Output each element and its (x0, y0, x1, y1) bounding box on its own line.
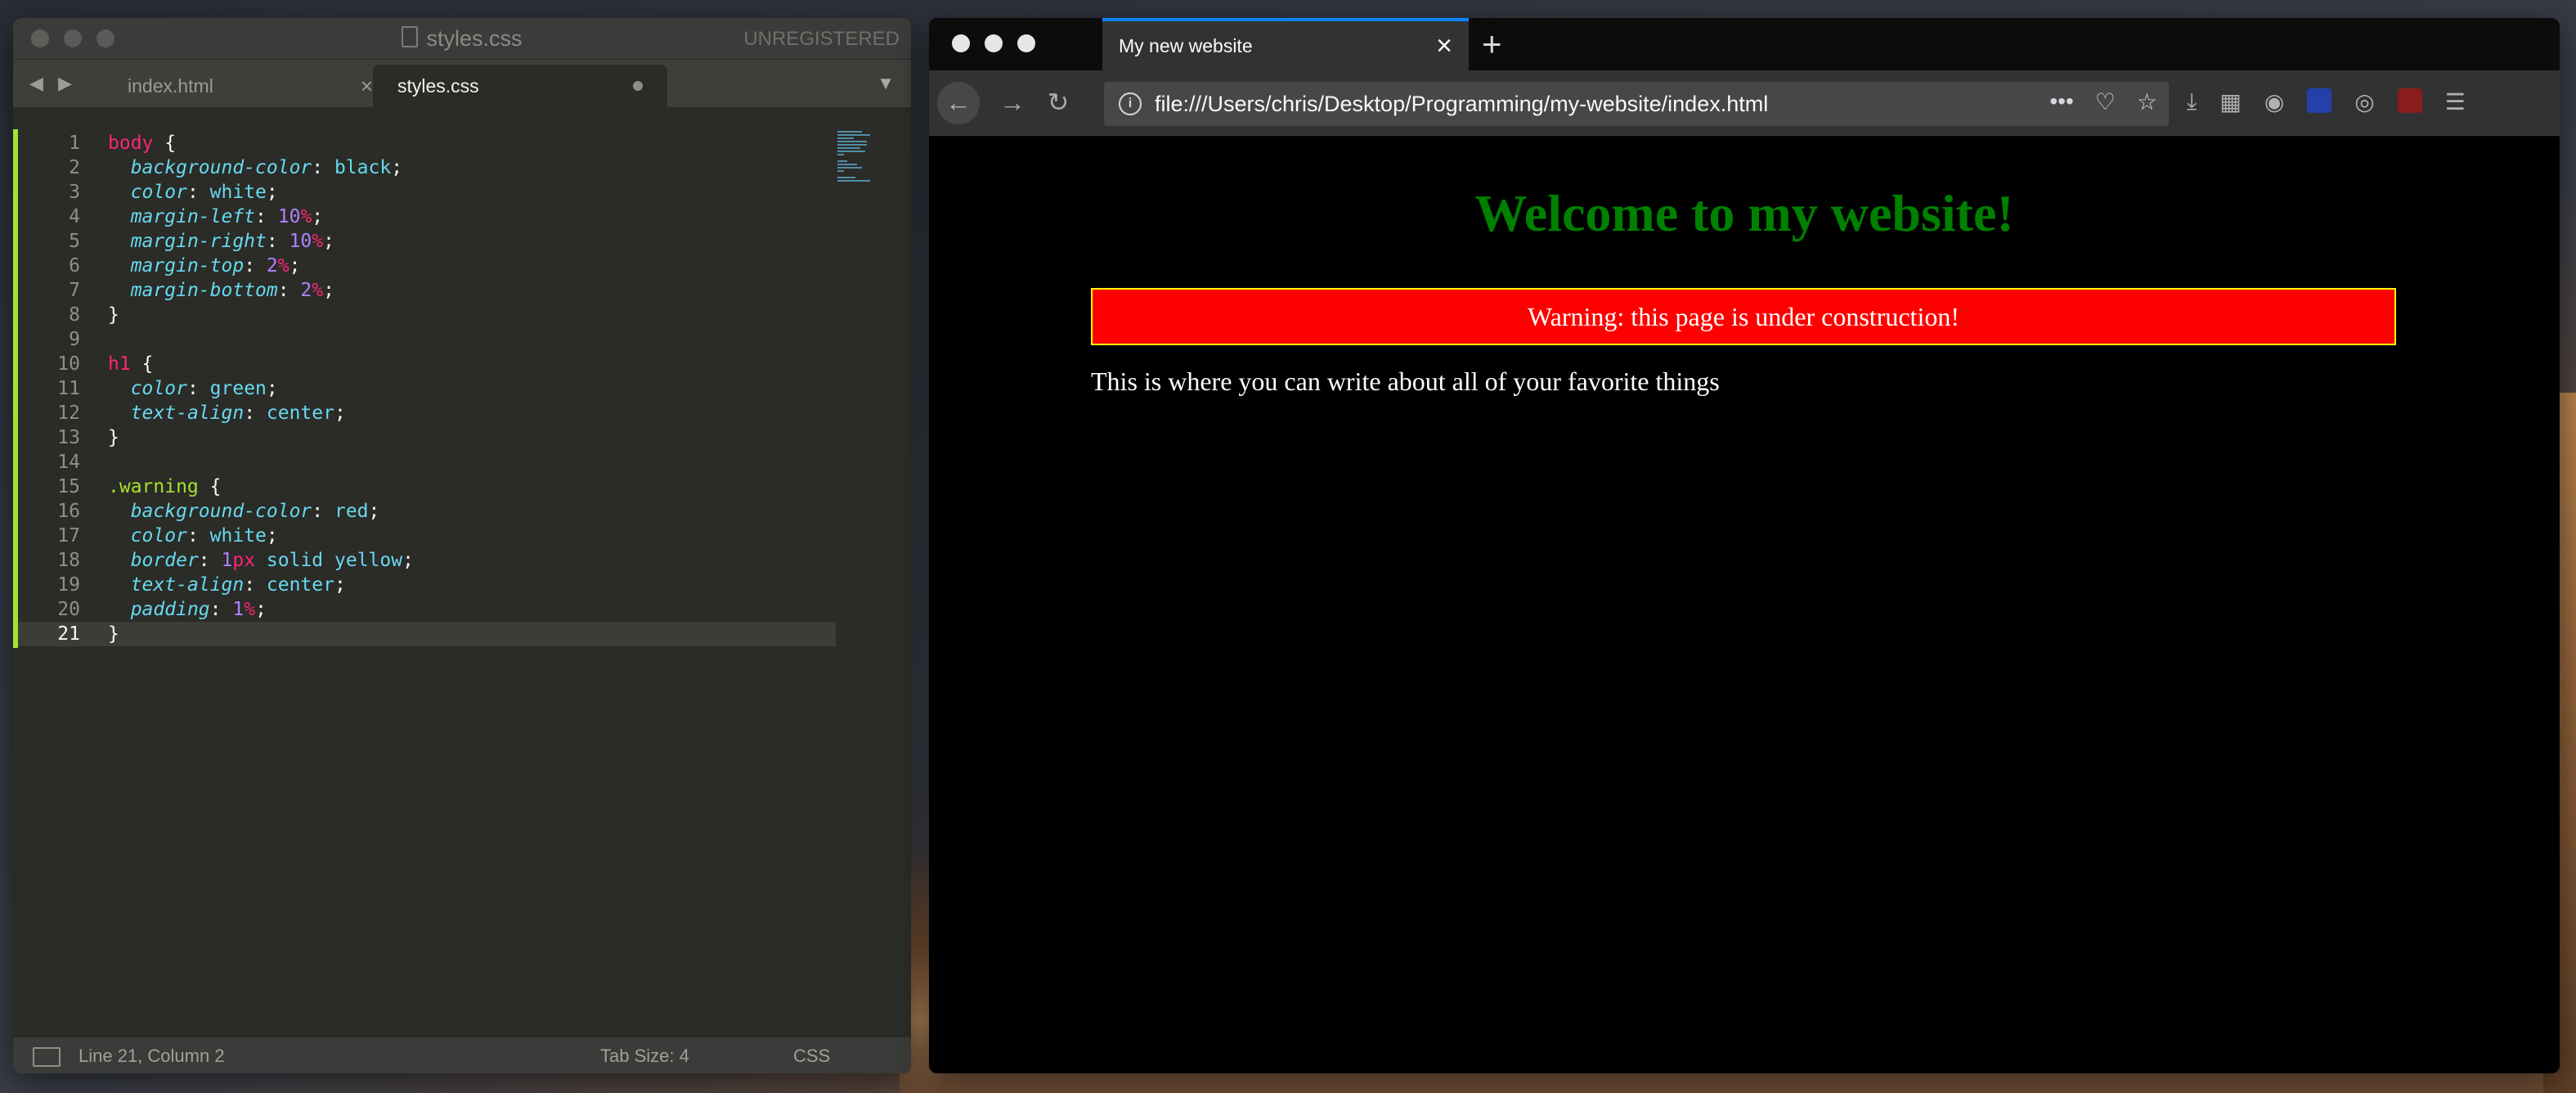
window-controls (952, 34, 1035, 52)
back-icon[interactable]: ← (937, 82, 980, 124)
firefox-tabbar: My new website × + (929, 18, 2560, 70)
line-number: 19 (57, 574, 80, 596)
line-number: 17 (57, 525, 80, 546)
site-info-icon[interactable]: i (1119, 92, 1142, 115)
bookmark-star-icon[interactable]: ☆ (2137, 88, 2157, 115)
line-number: 7 (69, 280, 80, 301)
account-icon[interactable]: ◉ (2264, 88, 2284, 115)
downloads-icon[interactable]: ⤓ (2187, 88, 2197, 115)
page-viewport: Welcome to my website! Warning: this pag… (929, 137, 2560, 1073)
line-number: 1 (69, 133, 80, 154)
unsaved-dot-icon[interactable] (633, 81, 643, 91)
line-number: 2 (69, 157, 80, 178)
line-number: 9 (69, 329, 80, 350)
extension-pin-icon[interactable] (2307, 88, 2332, 113)
sublime-text-window: styles.css UNREGISTERED ◀ ▶ index.html ×… (13, 18, 911, 1073)
url-text[interactable]: file:///Users/chris/Desktop/Programming/… (1155, 92, 1768, 117)
minimize-window-button[interactable] (985, 34, 1003, 52)
pocket-icon[interactable]: ♡ (2095, 88, 2116, 115)
unregistered-label: UNREGISTERED (743, 28, 900, 50)
line-number: 10 (57, 353, 80, 375)
page-actions-icon[interactable]: ••• (2049, 88, 2073, 115)
tab-nav-arrows[interactable]: ◀ ▶ (29, 73, 77, 94)
menu-icon[interactable]: ☰ (2445, 88, 2466, 115)
modified-lines-marker (13, 129, 18, 648)
tab-title: My new website (1119, 34, 1253, 56)
line-number: 4 (69, 206, 80, 227)
line-number: 8 (69, 304, 80, 326)
syntax-indicator[interactable]: CSS (793, 1046, 830, 1067)
firefox-window: My new website × + ← → ↻ i file:///Users… (929, 18, 2560, 1073)
line-number: 12 (57, 403, 80, 424)
zoom-window-button[interactable] (1017, 34, 1035, 52)
line-number: 14 (57, 452, 80, 473)
minimap[interactable] (837, 129, 878, 195)
line-number: 21 (57, 623, 80, 645)
warning-banner: Warning: this page is under construction… (1091, 288, 2396, 345)
navigation-toolbar: ← → ↻ i file:///Users/chris/Desktop/Prog… (929, 70, 2560, 137)
reload-icon[interactable]: ↻ (1037, 82, 1079, 124)
tab-menu-icon[interactable]: ▼ (877, 73, 895, 94)
tab-size-indicator[interactable]: Tab Size: 4 (600, 1046, 689, 1067)
tab-styles-css[interactable]: styles.css (373, 65, 667, 107)
sublime-tabbar: ◀ ▶ index.html × styles.css ▼ (13, 60, 911, 107)
browser-tab[interactable]: My new website × (1102, 18, 1469, 70)
address-bar[interactable]: i file:///Users/chris/Desktop/Programmin… (1104, 82, 2169, 126)
line-number: 3 (69, 182, 80, 203)
line-number: 13 (57, 427, 80, 448)
close-tab-icon[interactable]: × (361, 74, 373, 99)
line-number: 11 (57, 378, 80, 399)
line-number: 6 (69, 255, 80, 277)
line-number: 18 (57, 550, 80, 571)
panel-toggle-icon[interactable] (33, 1047, 61, 1067)
forward-icon[interactable]: → (991, 82, 1034, 124)
ublock-icon[interactable] (2397, 88, 2422, 113)
library-icon[interactable]: ▦ (2219, 88, 2241, 115)
page-heading: Welcome to my website! (1474, 184, 2014, 242)
sublime-titlebar: styles.css UNREGISTERED (13, 18, 911, 60)
extension-glasses-icon[interactable]: ◎ (2354, 88, 2374, 115)
code-editor[interactable]: 1 2 3 4 5 6 7 8 9 10 11 12 13 14 15 16 17 18 19 20 21 body {… (13, 106, 911, 1037)
line-number: 15 (57, 476, 80, 497)
close-tab-icon[interactable]: × (1436, 30, 1452, 62)
file-icon (402, 26, 419, 47)
sublime-status-bar: Line 21, Column 2 Tab Size: 4 CSS (13, 1037, 911, 1073)
code-content[interactable]: body { background-color: black; color: w… (108, 131, 813, 646)
new-tab-icon[interactable]: + (1482, 25, 1502, 64)
line-number: 20 (57, 599, 80, 620)
page-paragraph: This is where you can write about all of… (1091, 367, 1720, 396)
cursor-position[interactable]: Line 21, Column 2 (79, 1046, 225, 1067)
line-number-gutter: 1 2 3 4 5 6 7 8 9 10 11 12 13 14 15 16 17 18 19 20 21 (29, 131, 80, 646)
tab-index-html[interactable]: index.html × (103, 65, 398, 107)
line-number: 5 (69, 231, 80, 252)
toolbar-icons: ⤓ ▦ ◉ ◎ ☰ (2187, 88, 2466, 115)
close-window-button[interactable] (952, 34, 970, 52)
line-number: 16 (57, 501, 80, 522)
